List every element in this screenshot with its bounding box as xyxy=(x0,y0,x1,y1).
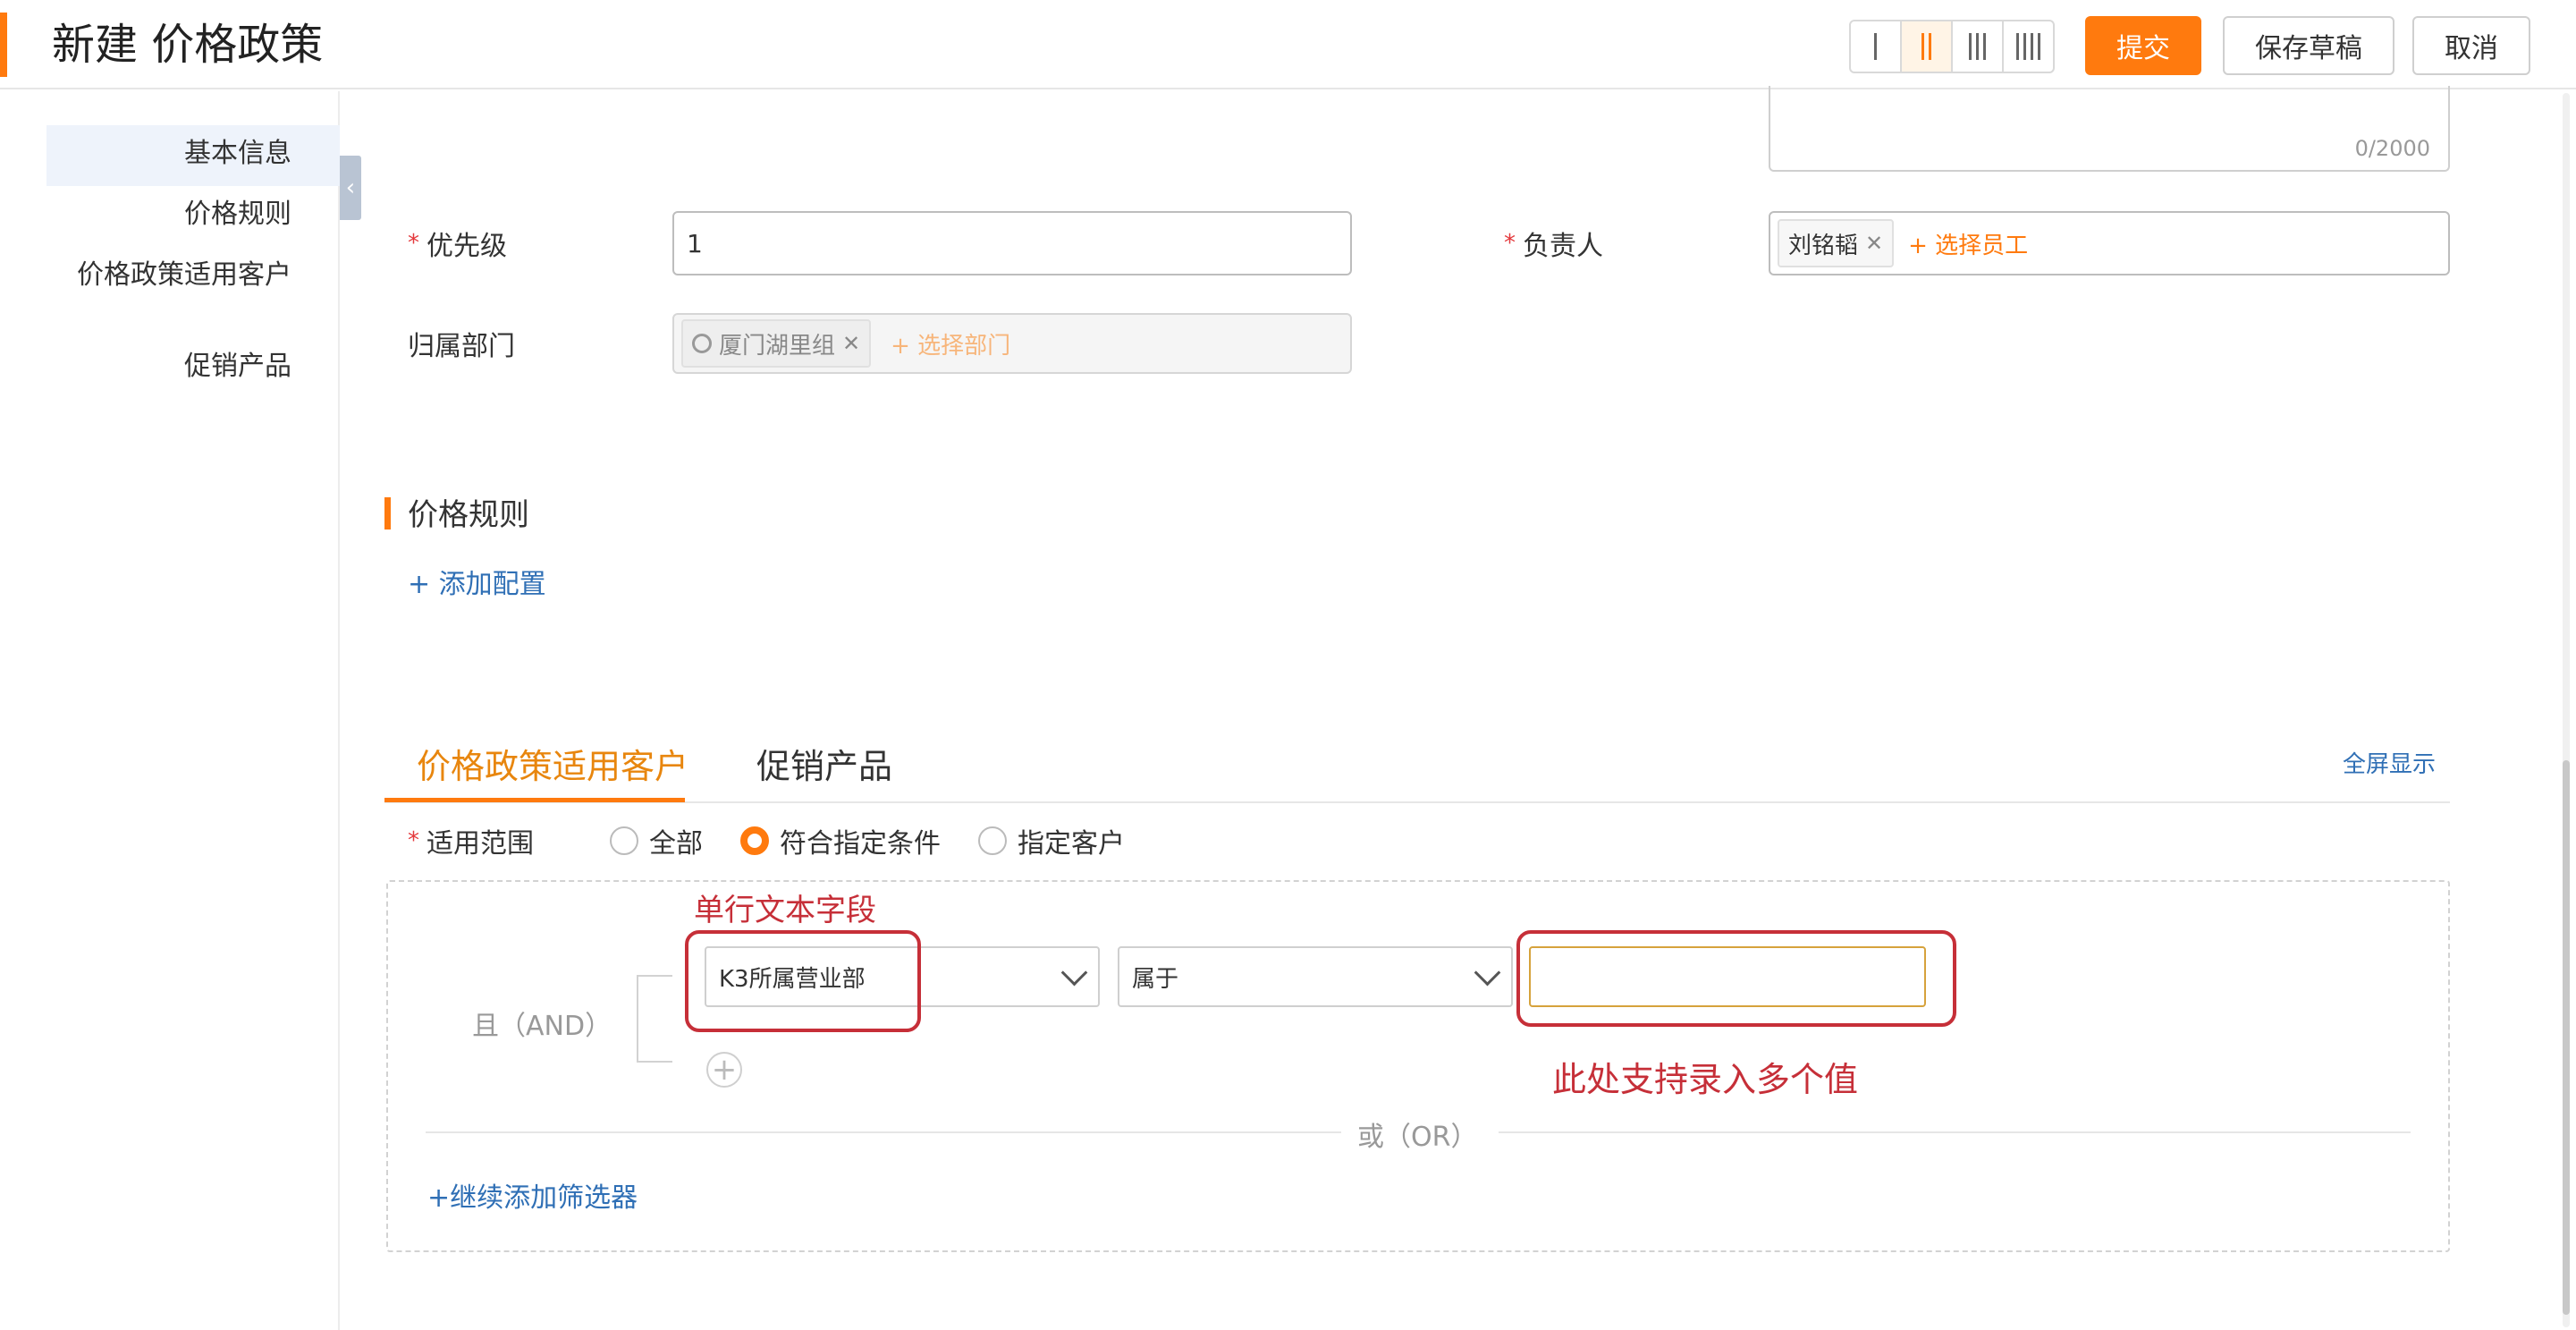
annotation-box-value xyxy=(1516,930,1956,1027)
scope-radio-customers[interactable]: 指定客户 xyxy=(978,821,1125,860)
owner-tag: 刘铭韬 ✕ xyxy=(1778,219,1895,267)
header-accent-bar xyxy=(0,13,7,77)
chevron-down-icon xyxy=(1060,959,1088,986)
scope-row: * 适用范围 全部 符合指定条件 指定客户 xyxy=(408,821,1125,860)
layout-4-column-icon[interactable] xyxy=(2004,21,2053,72)
sidebar-item-applicable-customers[interactable]: 价格政策适用客户 xyxy=(77,259,291,292)
layout-2-column-icon[interactable] xyxy=(1902,21,1953,72)
radio-icon xyxy=(978,826,1007,855)
section-title-price-rules: 价格规则 xyxy=(408,497,529,533)
annotation-value-note: 此处支持录入多个值 xyxy=(1552,1060,1859,1099)
layout-1-column-icon[interactable] xyxy=(1851,21,1902,72)
tabs-divider xyxy=(384,801,2450,803)
department-tag: 厦门湖里组 ✕ xyxy=(681,319,872,368)
department-label: 归属部门 xyxy=(408,331,515,362)
char-counter: 0/2000 xyxy=(2354,136,2430,161)
submit-button[interactable]: 提交 xyxy=(2085,16,2201,75)
active-tab-indicator xyxy=(384,798,685,802)
remarks-textarea[interactable]: 0/2000 xyxy=(1769,86,2450,172)
or-divider-label: 或（OR） xyxy=(1357,1122,1478,1153)
sidebar-item-promo-products[interactable]: 促销产品 xyxy=(184,351,291,383)
chevron-down-icon xyxy=(1474,959,1501,986)
select-employee-link[interactable]: + 选择员工 xyxy=(1908,227,2028,260)
owner-label: * 负责人 xyxy=(1504,230,1603,262)
radio-checked-icon xyxy=(740,826,769,855)
department-selector: 厦门湖里组 ✕ + 选择部门 xyxy=(672,313,1352,374)
close-icon[interactable]: ✕ xyxy=(1865,231,1883,256)
or-divider-left xyxy=(426,1131,1341,1133)
add-config-link[interactable]: + 添加配置 xyxy=(408,562,546,601)
owner-selector: 刘铭韬 ✕ + 选择员工 xyxy=(1769,211,2450,275)
tab-promo-products[interactable]: 促销产品 xyxy=(756,739,892,788)
fullscreen-link[interactable]: 全屏显示 xyxy=(2343,746,2436,779)
scope-label: * 适用范围 xyxy=(408,827,534,860)
scrollbar-thumb[interactable] xyxy=(2563,760,2570,1315)
priority-input[interactable]: 1 xyxy=(672,211,1352,275)
annotation-field-note: 单行文本字段 xyxy=(694,893,876,928)
tab-applicable-customers[interactable]: 价格政策适用客户 xyxy=(417,739,688,788)
sidebar-anchor-nav: 基本信息 价格规则 价格政策适用客户 促销产品 xyxy=(0,91,340,1330)
layout-3-column-icon[interactable] xyxy=(1953,21,2004,72)
filter-operator-select[interactable]: 属于 xyxy=(1118,946,1513,1007)
add-condition-icon[interactable]: + xyxy=(706,1052,742,1088)
column-layout-toggle xyxy=(1849,20,2055,73)
add-filter-link[interactable]: +继续添加筛选器 xyxy=(427,1175,638,1215)
save-draft-button[interactable]: 保存草稿 xyxy=(2223,16,2394,75)
chevron-left-icon[interactable]: ‹ xyxy=(340,156,361,220)
or-divider-right xyxy=(1499,1131,2411,1133)
section-accent-bar xyxy=(384,497,391,529)
and-group-label: 且（AND） xyxy=(472,1011,612,1042)
circle-icon xyxy=(692,334,712,353)
select-department-link[interactable]: + 选择部门 xyxy=(891,327,1010,360)
scope-radio-all[interactable]: 全部 xyxy=(610,821,703,860)
annotation-box-field xyxy=(685,930,921,1032)
sidebar-item-price-rules[interactable]: 价格规则 xyxy=(184,199,291,231)
priority-label: * 优先级 xyxy=(408,230,507,262)
radio-icon xyxy=(610,826,638,855)
scope-radio-conditions[interactable]: 符合指定条件 xyxy=(740,821,941,860)
close-icon[interactable]: ✕ xyxy=(842,331,860,356)
cancel-button[interactable]: 取消 xyxy=(2412,16,2530,75)
page-title: 新建 价格政策 xyxy=(52,20,324,70)
and-group-bracket xyxy=(637,975,672,1063)
sidebar-item-basic-info[interactable]: 基本信息 xyxy=(184,138,291,170)
